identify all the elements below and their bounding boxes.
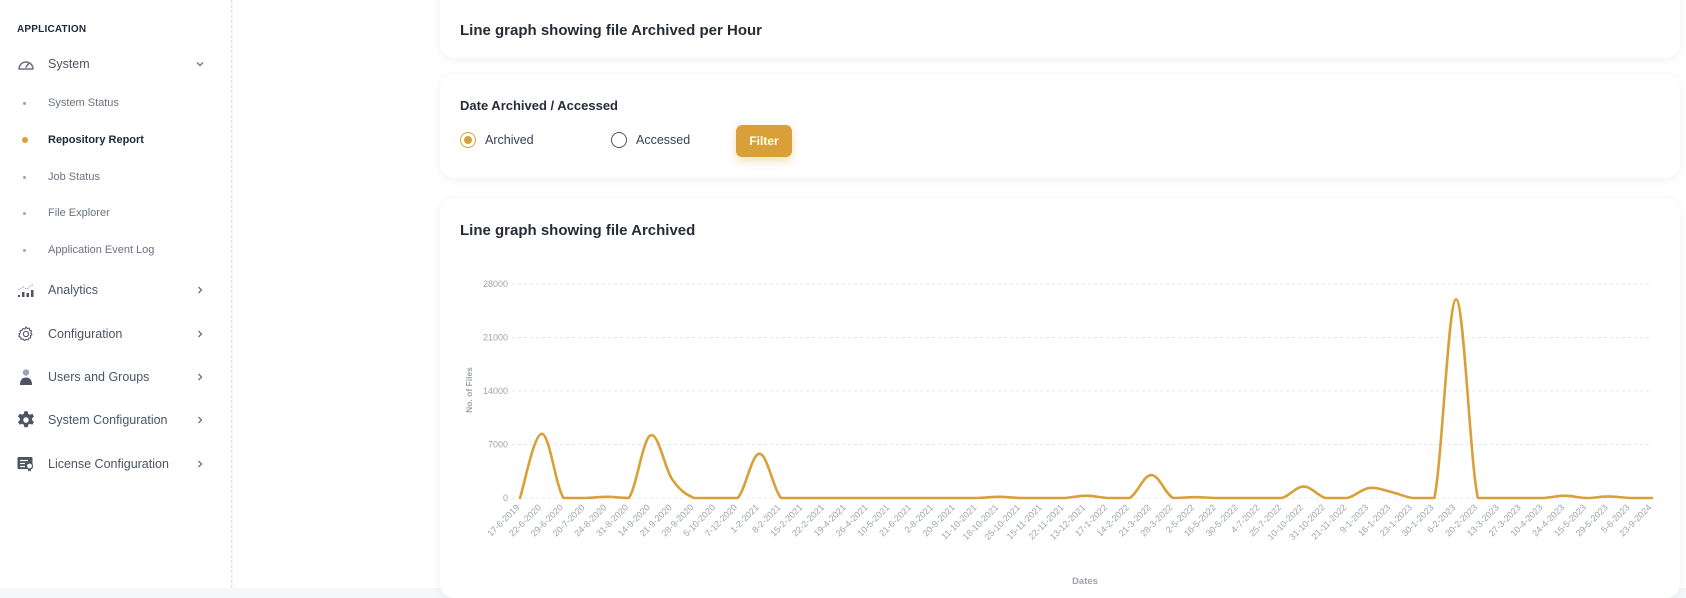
chevron-right-icon[interactable]: [193, 413, 207, 427]
bullet-icon: [23, 101, 26, 105]
filter-button[interactable]: Filter: [736, 125, 792, 157]
sidebar-item-label: Analytics: [48, 283, 99, 297]
sidebar-subitem-label: Application Event Log: [48, 244, 155, 256]
y-tick-label: 0: [503, 493, 508, 503]
chevron-right-icon[interactable]: [193, 327, 207, 341]
sidebar-item-system[interactable]: System: [0, 49, 231, 79]
license-icon: [16, 454, 36, 474]
sidebar-item-analytics[interactable]: Analytics: [0, 275, 231, 305]
gear-filled-icon: [16, 410, 36, 430]
gear-outline-icon: [16, 324, 36, 344]
user-icon: [16, 367, 36, 387]
radio-unchecked-icon[interactable]: [611, 132, 627, 148]
chevron-right-icon[interactable]: [193, 457, 207, 471]
chevron-right-icon[interactable]: [193, 283, 207, 297]
sidebar: APPLICATION System System Status Reposit…: [0, 0, 232, 588]
y-axis-label: No. of Files: [464, 367, 474, 413]
active-bullet-icon: [22, 137, 28, 143]
sidebar-subitem-label: Repository Report: [48, 134, 144, 146]
bullet-icon: [23, 211, 26, 215]
sidebar-subitem-label: System Status: [48, 97, 119, 109]
sidebar-subitem-system-status[interactable]: System Status: [0, 91, 231, 115]
radio-label: Archived: [485, 133, 534, 147]
sidebar-item-label: System: [48, 57, 90, 71]
analytics-chart-icon: [16, 280, 36, 300]
sidebar-subitem-label: File Explorer: [48, 207, 110, 219]
sidebar-subitem-application-event-log[interactable]: Application Event Log: [0, 238, 231, 262]
radio-accessed[interactable]: Accessed: [611, 132, 690, 148]
radio-archived[interactable]: Archived: [460, 132, 534, 148]
sidebar-subitem-file-explorer[interactable]: File Explorer: [0, 201, 231, 225]
sidebar-item-license-configuration[interactable]: License Configuration: [0, 449, 231, 479]
x-axis-label: Dates: [1072, 576, 1098, 587]
sidebar-item-label: System Configuration: [48, 413, 168, 427]
sidebar-section-title: APPLICATION: [17, 24, 87, 35]
sidebar-item-label: Users and Groups: [48, 370, 150, 384]
bullet-icon: [23, 248, 26, 252]
sidebar-subitem-job-status[interactable]: Job Status: [0, 165, 231, 189]
y-tick-label: 7000: [488, 440, 508, 450]
gauge-icon: [16, 54, 36, 74]
filter-card: Date Archived / Accessed Archived Access…: [440, 74, 1680, 178]
radio-label: Accessed: [636, 133, 691, 147]
hourly-chart-title: Line graph showing file Archived per Hou…: [460, 22, 762, 39]
series-line-archived: [518, 297, 1654, 500]
y-tick-label: 21000: [483, 333, 508, 343]
filter-title: Date Archived / Accessed: [460, 98, 618, 113]
chevron-down-icon[interactable]: [193, 57, 207, 71]
sidebar-item-users-and-groups[interactable]: Users and Groups: [0, 362, 231, 392]
radio-checked-icon[interactable]: [460, 132, 476, 148]
sidebar-subitem-label: Job Status: [48, 171, 100, 183]
archived-chart-card: Line graph showing file Archived 0 7000 14…: [440, 198, 1680, 598]
chevron-right-icon[interactable]: [193, 370, 207, 384]
y-tick-label: 28000: [483, 279, 508, 289]
sidebar-item-label: Configuration: [48, 327, 123, 341]
sidebar-item-configuration[interactable]: Configuration: [0, 319, 231, 349]
sidebar-item-system-configuration[interactable]: System Configuration: [0, 405, 231, 435]
sidebar-item-label: License Configuration: [48, 457, 169, 471]
bullet-icon: [23, 175, 26, 179]
line-chart: 07000140002100028000 No. of Files 17-6-2…: [464, 279, 1654, 587]
y-tick-label: 14000: [483, 386, 508, 396]
hourly-chart-card: Line graph showing file Archived per Hou…: [440, 0, 1680, 58]
sidebar-subitem-repository-report[interactable]: Repository Report: [0, 128, 231, 152]
